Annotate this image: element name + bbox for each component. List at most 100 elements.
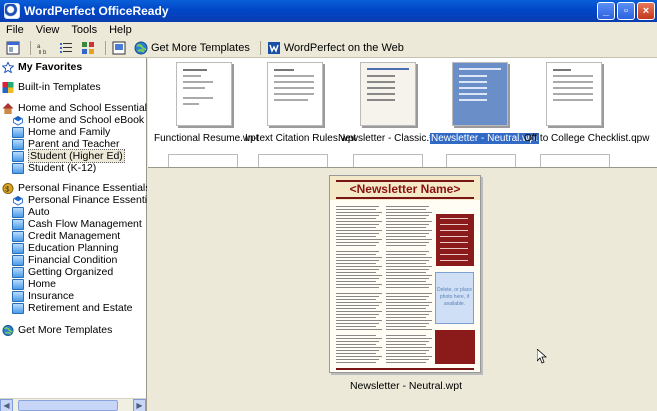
tree-item-home-school-essentials[interactable]: Home and School Essentials [2, 102, 147, 114]
tree-item-label: Home and School eBook [28, 114, 145, 126]
menu-tools[interactable]: Tools [65, 24, 103, 36]
next-row-thumbnail[interactable] [168, 154, 238, 167]
newsletter-text-line [386, 299, 426, 300]
newsletter-text-line [336, 233, 379, 234]
toolbar-separator [105, 40, 106, 55]
preview-button[interactable] [110, 39, 128, 57]
template-thumbnail[interactable]: Newsletter - Classic.wpt [338, 62, 445, 162]
newsletter-text-line [386, 242, 429, 243]
tree-item-credit-management[interactable]: Credit Management [12, 230, 120, 242]
tree-item-label: Home and School Essentials [18, 102, 147, 114]
newsletter-text-line [336, 359, 379, 360]
sort-view-button[interactable]: ab [35, 39, 53, 57]
minimize-button[interactable]: _ [597, 2, 615, 20]
wordperfect-on-web-button[interactable]: WordPerfect on the Web [265, 39, 406, 57]
newsletter-title: <Newsletter Name> [349, 182, 461, 196]
tree-item-label: Built-in Templates [18, 81, 101, 93]
newsletter-text-line [336, 326, 376, 327]
newsletter-text-line [336, 263, 376, 264]
template-thumbnail-selected[interactable]: Newsletter - Neutral.wpt [429, 62, 540, 162]
newsletter-sidebar-line [440, 248, 468, 249]
newsletter-text-line [386, 263, 426, 264]
newsletter-text-line [336, 230, 382, 231]
tree-item-student-k12[interactable]: Student (K-12) [12, 162, 96, 174]
toolbar-separator [259, 40, 261, 55]
close-button[interactable]: × [637, 2, 655, 20]
newsletter-text-line [336, 296, 379, 297]
tree-item-my-favorites[interactable]: My Favorites [2, 61, 82, 73]
newsletter-text-line [386, 281, 426, 282]
menu-file[interactable]: File [0, 24, 30, 36]
tree-item-label: Get More Templates [18, 324, 113, 336]
tree-item-label: Credit Management [28, 230, 121, 242]
newsletter-text-line [386, 239, 432, 240]
template-thumbnail[interactable]: In-text Citation Rules.wpt [245, 62, 356, 162]
folder-icon [12, 302, 24, 314]
newsletter-sidebar-block [436, 214, 474, 266]
tree-item-education-planning[interactable]: Education Planning [12, 242, 119, 254]
newsletter-text-line [336, 239, 382, 240]
newsletter-text-line [336, 350, 379, 351]
tree-item-label: Getting Organized [28, 266, 114, 278]
star-icon [2, 61, 14, 73]
tree-item-retirement-estate[interactable]: Retirement and Estate [12, 302, 132, 314]
tree-item-getting-organized[interactable]: Getting Organized [12, 266, 113, 278]
get-more-templates-button[interactable]: Get More Templates [132, 39, 252, 57]
scroll-right-arrow-icon[interactable]: ▶ [133, 399, 146, 411]
mouse-cursor-icon [537, 349, 547, 364]
newsletter-text-line [386, 269, 429, 270]
list-view-button[interactable] [57, 39, 75, 57]
sidebar-horizontal-scrollbar[interactable]: ◀ ▶ [0, 398, 146, 411]
tree-item-built-in-templates[interactable]: Built-in Templates [2, 81, 101, 93]
tree-item-home-school-ebook[interactable]: Home and School eBook [12, 114, 144, 126]
newsletter-text-line [386, 275, 432, 276]
toggle-pane-button[interactable] [4, 39, 22, 57]
tree-item-home[interactable]: Home [12, 278, 56, 290]
newsletter-text-line [386, 341, 429, 342]
newsletter-text-line [336, 281, 376, 282]
category-sidebar: My Favorites Built-in Templates Home and… [0, 58, 147, 411]
scrollbar-thumb[interactable] [18, 400, 118, 411]
newsletter-text-line [336, 284, 382, 285]
menu-view[interactable]: View [30, 24, 66, 36]
tree-item-financial-condition[interactable]: Financial Condition [12, 254, 117, 266]
thumbnail-view-button[interactable] [79, 39, 97, 57]
tree-item-home-family[interactable]: Home and Family [12, 126, 110, 138]
template-thumbnail[interactable]: Off to College Checklist.qpw [524, 62, 649, 162]
next-row-thumbnail[interactable] [353, 154, 423, 167]
toolbar-separator [30, 40, 31, 55]
newsletter-text-line [336, 209, 376, 210]
newsletter-photo-placeholder: Delete, or place photo here, if availabl… [435, 272, 474, 324]
template-thumbnail[interactable]: Functional Resume.wpt [154, 62, 259, 162]
document-preview-thumbnail [360, 62, 416, 126]
newsletter-text-line [336, 218, 376, 219]
folder-icon [12, 242, 24, 254]
tree-item-student-higher-ed[interactable]: Student (Higher Ed) [12, 149, 125, 163]
next-row-thumbnail[interactable] [258, 154, 328, 167]
folder-icon [12, 254, 24, 266]
window-title: WordPerfect OfficeReady [24, 4, 169, 18]
next-row-thumbnail[interactable] [446, 154, 516, 167]
newsletter-sidebar-line [440, 218, 468, 219]
scroll-left-arrow-icon[interactable]: ◀ [0, 399, 13, 411]
document-preview-thumbnail [267, 62, 323, 126]
template-thumbnail-strip: Functional Resume.wpt In-text Citation R… [148, 58, 657, 168]
maximize-button[interactable]: ▫ [617, 2, 635, 20]
sort-icon: ab [37, 44, 47, 55]
newsletter-text-line [386, 320, 432, 321]
newsletter-text-line [336, 338, 382, 339]
tree-item-get-more-templates[interactable]: Get More Templates [2, 324, 112, 336]
next-row-thumbnail[interactable] [540, 154, 610, 167]
tree-item-insurance[interactable]: Insurance [12, 290, 74, 302]
tree-item-label: Cash Flow Management [28, 218, 142, 230]
tree-item-personal-finance-essentials[interactable]: $ Personal Finance Essentials [2, 182, 147, 194]
tree-item-auto[interactable]: Auto [12, 206, 50, 218]
tree-item-cash-flow[interactable]: Cash Flow Management [12, 218, 142, 230]
newsletter-text-line [336, 347, 382, 348]
menu-help[interactable]: Help [103, 24, 138, 36]
pane-icon [6, 41, 20, 54]
tree-item-personal-finance-ebook[interactable]: Personal Finance Essentials eBook [12, 194, 147, 206]
newsletter-text-line [386, 317, 426, 318]
newsletter-text-line [336, 260, 379, 261]
newsletter-text-line [336, 302, 382, 303]
